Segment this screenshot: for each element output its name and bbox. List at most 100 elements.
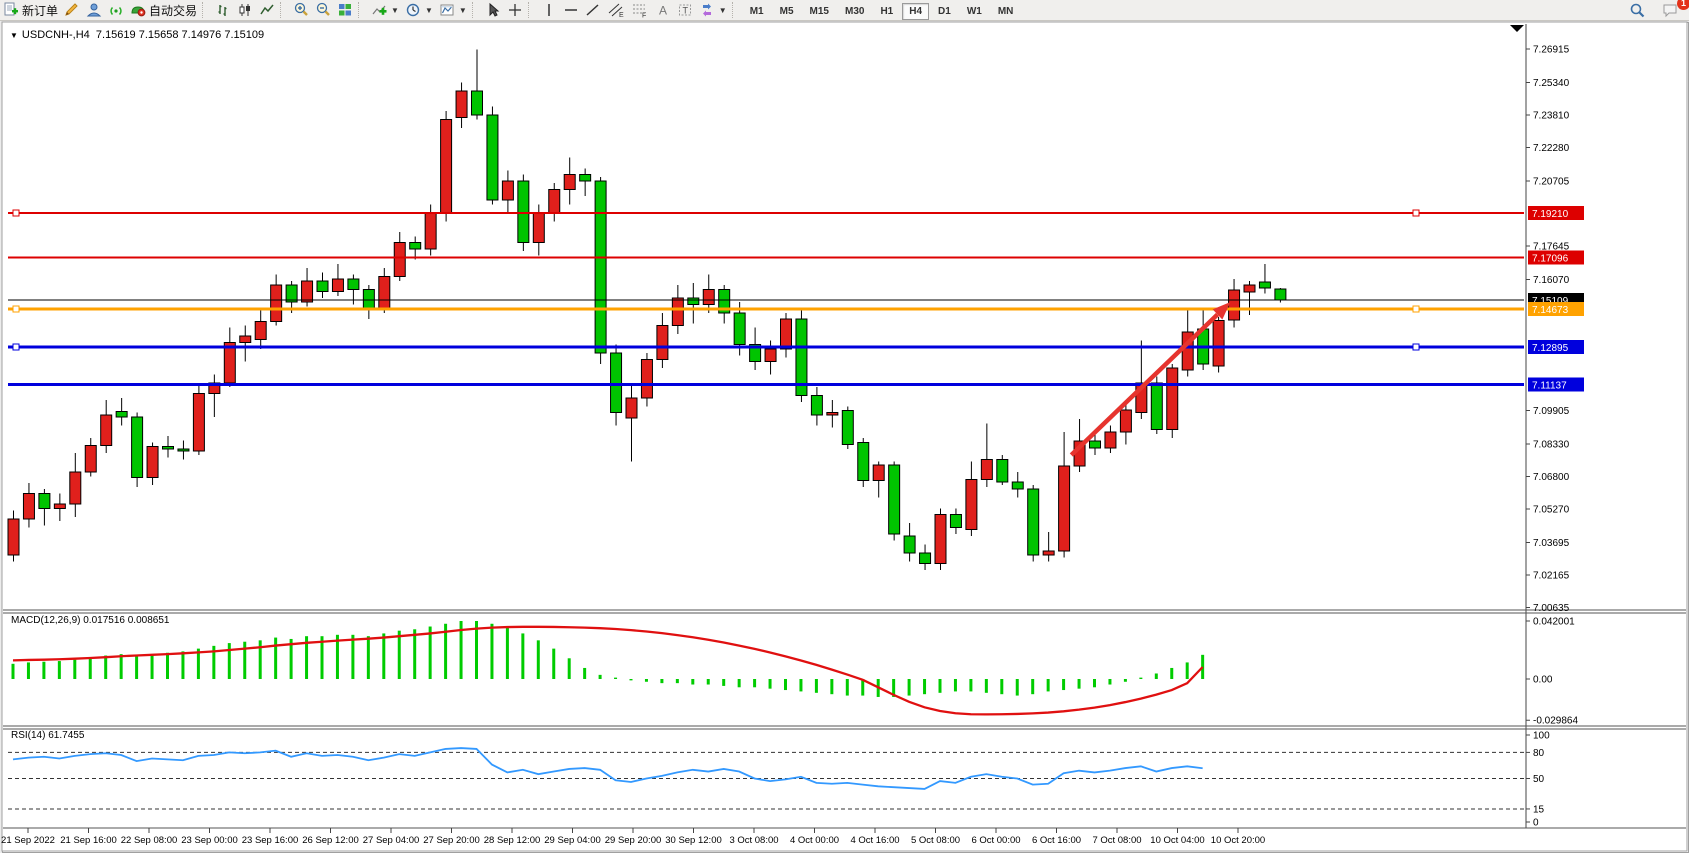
time-axis-label: 27 Sep 04:00 — [363, 835, 420, 846]
bar-chart-icon — [215, 2, 231, 18]
main-toolbar: 新订单 自动交易 — [0, 0, 1689, 21]
time-axis-label: 21 Sep 2022 — [1, 835, 55, 846]
candle — [410, 243, 421, 250]
line-handle[interactable] — [13, 344, 19, 350]
new-order-button[interactable]: 新订单 — [0, 1, 61, 19]
vertical-line-icon — [541, 2, 557, 18]
tile-windows-icon — [337, 2, 353, 18]
signal-button[interactable] — [105, 1, 127, 19]
price-badge-value: 7.12895 — [1532, 343, 1569, 354]
candle — [23, 494, 34, 520]
svg-text:T: T — [682, 6, 688, 16]
fibonacci-icon: F — [631, 2, 649, 18]
timeframe-button-mn[interactable]: MN — [991, 3, 1021, 20]
line-handle[interactable] — [1413, 210, 1419, 216]
candle — [39, 494, 50, 509]
macd-axis-label: 0.00 — [1533, 675, 1553, 686]
arrows-icon — [699, 2, 715, 18]
candle — [178, 449, 189, 451]
signal-icon — [108, 2, 124, 18]
candle — [1090, 441, 1101, 448]
timeframe-button-h4[interactable]: H4 — [902, 3, 929, 20]
clock-icon — [405, 2, 421, 18]
price-tick-label: 7.20705 — [1533, 177, 1570, 188]
vertical-line-tool-button[interactable] — [538, 1, 560, 19]
time-axis-label: 3 Oct 08:00 — [729, 835, 778, 846]
toolbar-separator — [280, 2, 288, 18]
candle — [54, 504, 65, 509]
trading-platform-window: { "toolbar": { "new_order": "新订单", "auto… — [0, 0, 1689, 853]
chevron-down-icon: ▼ — [10, 31, 18, 40]
timeframe-button-w1[interactable]: W1 — [960, 3, 989, 20]
line-handle[interactable] — [13, 306, 19, 312]
candle — [1213, 321, 1224, 367]
time-axis-label: 6 Oct 00:00 — [971, 835, 1020, 846]
candle — [827, 413, 838, 416]
zoom-out-button[interactable] — [312, 1, 334, 19]
candle — [842, 411, 853, 445]
candle — [595, 181, 606, 353]
line-handle[interactable] — [1413, 344, 1419, 350]
macd-axis-label: -0.029864 — [1533, 716, 1578, 727]
candle — [703, 290, 714, 305]
templates-button[interactable]: ▼ — [436, 1, 470, 19]
candle — [1028, 489, 1039, 555]
candlestick-chart-button[interactable] — [234, 1, 256, 19]
line-handle[interactable] — [1413, 306, 1419, 312]
profile-button[interactable] — [83, 1, 105, 19]
horizontal-line-tool-button[interactable] — [560, 1, 582, 19]
timeframe-button-h1[interactable]: H1 — [873, 3, 900, 20]
timeframe-button-m5[interactable]: M5 — [773, 3, 801, 20]
price-badge-value: 7.14673 — [1532, 305, 1569, 316]
candle — [193, 394, 204, 452]
channel-tool-button[interactable]: E — [604, 1, 628, 19]
periods-button[interactable]: ▼ — [402, 1, 436, 19]
profile-icon — [86, 2, 102, 18]
candle — [811, 396, 822, 416]
price-tick-label: 7.06800 — [1533, 472, 1570, 483]
fibonacci-tool-button[interactable]: F — [628, 1, 652, 19]
timeframe-button-d1[interactable]: D1 — [931, 3, 958, 20]
price-tick-label: 7.22280 — [1533, 143, 1570, 154]
trendline-tool-button[interactable] — [582, 1, 604, 19]
timeframe-button-m15[interactable]: M15 — [803, 3, 836, 20]
indicators-button[interactable]: ▼ — [368, 1, 402, 19]
candle — [518, 181, 529, 243]
bar-chart-button[interactable] — [212, 1, 234, 19]
cursor-tool-button[interactable] — [482, 1, 504, 19]
crosshair-icon — [507, 2, 523, 18]
candle — [688, 298, 699, 305]
line-handle[interactable] — [13, 210, 19, 216]
price-tick-label: 7.03695 — [1533, 538, 1570, 549]
candle — [1120, 410, 1131, 432]
timeframe-button-m30[interactable]: M30 — [838, 3, 871, 20]
macd-indicator-label: MACD(12,26,9) 0.017516 0.008651 — [11, 615, 169, 626]
candle — [101, 415, 112, 446]
price-tick-label: 7.26915 — [1533, 45, 1570, 56]
text-icon: A — [655, 2, 671, 18]
candle — [1059, 466, 1070, 551]
tile-windows-button[interactable] — [334, 1, 356, 19]
search-button[interactable] — [1626, 1, 1649, 19]
rsi-axis-label: 50 — [1533, 774, 1545, 785]
timeframe-button-m1[interactable]: M1 — [743, 3, 771, 20]
candle — [116, 412, 127, 418]
auto-trading-button[interactable]: 自动交易 — [127, 1, 200, 19]
candle — [657, 326, 668, 360]
dropdown-caret-icon: ▼ — [719, 6, 727, 15]
line-chart-button[interactable] — [256, 1, 278, 19]
zoom-in-button[interactable] — [290, 1, 312, 19]
pencil-button[interactable] — [61, 1, 83, 19]
candle — [966, 480, 977, 530]
text-tool-button[interactable]: A — [652, 1, 674, 19]
candle — [641, 360, 652, 399]
arrows-tool-button[interactable]: ▼ — [696, 1, 730, 19]
candle — [1167, 368, 1178, 430]
notifications-button[interactable]: 1 — [1659, 1, 1683, 19]
time-axis-label: 26 Sep 12:00 — [302, 835, 359, 846]
text-label-tool-button[interactable]: T — [674, 1, 696, 19]
symbol-timeframe-label: USDCNH-,H4 — [22, 29, 90, 41]
chart-symbol-header[interactable]: ▼USDCNH-,H4 7.15619 7.15658 7.14976 7.15… — [10, 29, 264, 41]
crosshair-tool-button[interactable] — [504, 1, 526, 19]
text-label-icon: T — [677, 2, 693, 18]
